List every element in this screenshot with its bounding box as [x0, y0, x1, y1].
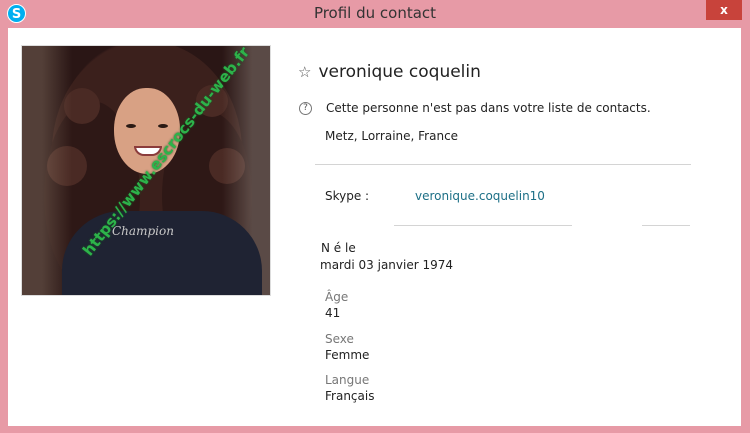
shirt-print: Champion — [112, 224, 174, 238]
birth-label: N é le — [321, 241, 356, 255]
star-outline-icon[interactable]: ☆ — [298, 63, 311, 81]
profile-panel: Champion https://www.escrocs-du-web.fr ☆… — [8, 28, 741, 426]
language-label: Langue — [325, 373, 370, 387]
left-eye-shape — [126, 124, 136, 128]
close-button[interactable]: x — [706, 0, 742, 20]
skype-id[interactable]: veronique.coquelin10 — [415, 189, 545, 203]
question-circle-icon: ? — [299, 101, 312, 115]
sex-value: Femme — [325, 348, 370, 362]
age-label: Âge — [325, 290, 349, 304]
contact-profile-window: S Profil du contact x Champion https://w… — [0, 0, 750, 433]
title-bar[interactable]: S Profil du contact x — [0, 0, 750, 28]
age-value: 41 — [325, 306, 341, 320]
sex-label: Sexe — [325, 332, 354, 346]
skype-label: Skype : — [325, 189, 370, 203]
divider — [642, 225, 690, 226]
right-eye-shape — [158, 124, 168, 128]
profile-photo: Champion https://www.escrocs-du-web.fr — [21, 45, 271, 296]
divider — [315, 164, 691, 165]
window-title: Profil du contact — [313, 4, 437, 22]
contact-name-row: ☆ veronique coquelin — [298, 62, 481, 82]
contact-name: veronique coquelin — [318, 62, 481, 82]
not-in-contacts-notice: Cette personne n'est pas dans votre list… — [326, 101, 651, 115]
language-value: Français — [325, 389, 375, 403]
contact-notice-row: ? Cette personne n'est pas dans votre li… — [299, 101, 651, 115]
birth-value: mardi 03 janvier 1974 — [320, 258, 454, 272]
contact-location: Metz, Lorraine, France — [325, 129, 459, 143]
divider — [394, 225, 572, 226]
